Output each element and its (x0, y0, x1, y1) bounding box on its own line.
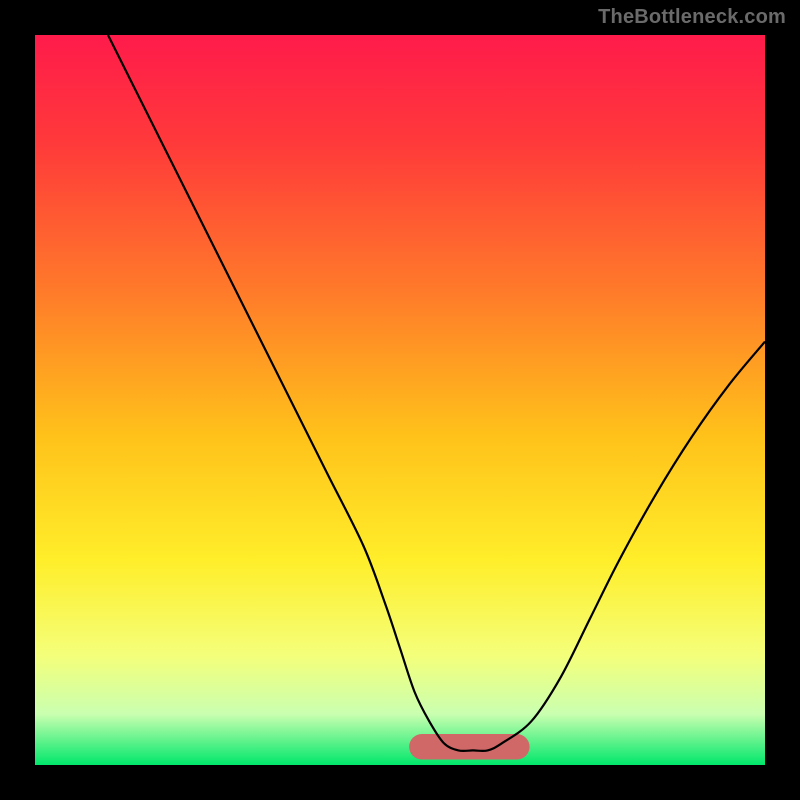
plot-area (35, 35, 765, 765)
watermark-text: TheBottleneck.com (598, 6, 786, 29)
chart-svg (35, 35, 765, 765)
chart-frame: TheBottleneck.com (0, 0, 800, 800)
gradient-background (35, 35, 765, 765)
